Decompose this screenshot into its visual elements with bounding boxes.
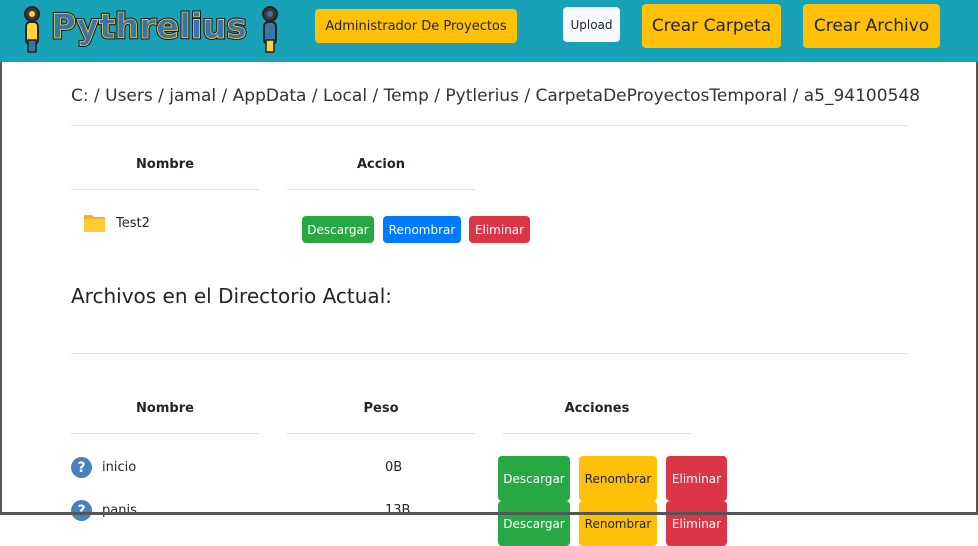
column-header-nombre: Nombre (136, 401, 194, 416)
window-frame-left (0, 62, 2, 515)
upload-button[interactable]: Upload (563, 7, 620, 42)
download-file-button[interactable]: Descargar (498, 501, 570, 546)
divider (71, 353, 908, 354)
files-section-title: Archivos en el Directorio Actual: (71, 284, 392, 308)
download-file-button[interactable]: Descargar (498, 456, 570, 501)
file-size: 0B (385, 460, 403, 475)
column-header-peso: Peso (363, 401, 399, 416)
file-name-link[interactable]: inicio (102, 460, 136, 475)
top-navbar: Pythrelius Pythrelius Administrador De P… (0, 0, 978, 62)
rename-file-button[interactable]: Renombrar (579, 501, 657, 546)
pythrelius-logo[interactable]: Pythrelius Pythrelius (14, 0, 286, 58)
download-folder-button[interactable]: Descargar (302, 216, 374, 243)
create-file-button[interactable]: Crear Archivo (803, 4, 940, 48)
header-underline (71, 189, 259, 190)
question-icon: ? (71, 457, 92, 478)
column-header-acciones: Acciones (564, 401, 630, 416)
file-name-link[interactable]: panis (102, 503, 137, 518)
breadcrumb[interactable]: C: / Users / jamal / AppData / Local / T… (71, 86, 920, 106)
file-size: 13B (385, 503, 411, 518)
admin-projects-button[interactable]: Administrador De Proyectos (315, 9, 517, 43)
column-header-accion: Accion (356, 157, 406, 172)
svg-text:Pythrelius: Pythrelius (51, 7, 247, 47)
header-underline (503, 433, 691, 434)
delete-folder-button[interactable]: Eliminar (469, 216, 530, 243)
rename-file-button[interactable]: Renombrar (579, 456, 657, 501)
folder-name-link[interactable]: Test2 (116, 216, 150, 231)
delete-file-button[interactable]: Eliminar (666, 456, 727, 501)
folder-icon (84, 215, 105, 232)
create-folder-button[interactable]: Crear Carpeta (642, 4, 781, 48)
header-underline (287, 433, 475, 434)
header-underline (287, 189, 475, 190)
question-icon: ? (71, 500, 92, 521)
delete-file-button[interactable]: Eliminar (666, 501, 727, 546)
divider (71, 125, 908, 126)
header-underline (71, 433, 259, 434)
column-header-nombre: Nombre (136, 157, 194, 172)
rename-folder-button[interactable]: Renombrar (383, 216, 461, 243)
